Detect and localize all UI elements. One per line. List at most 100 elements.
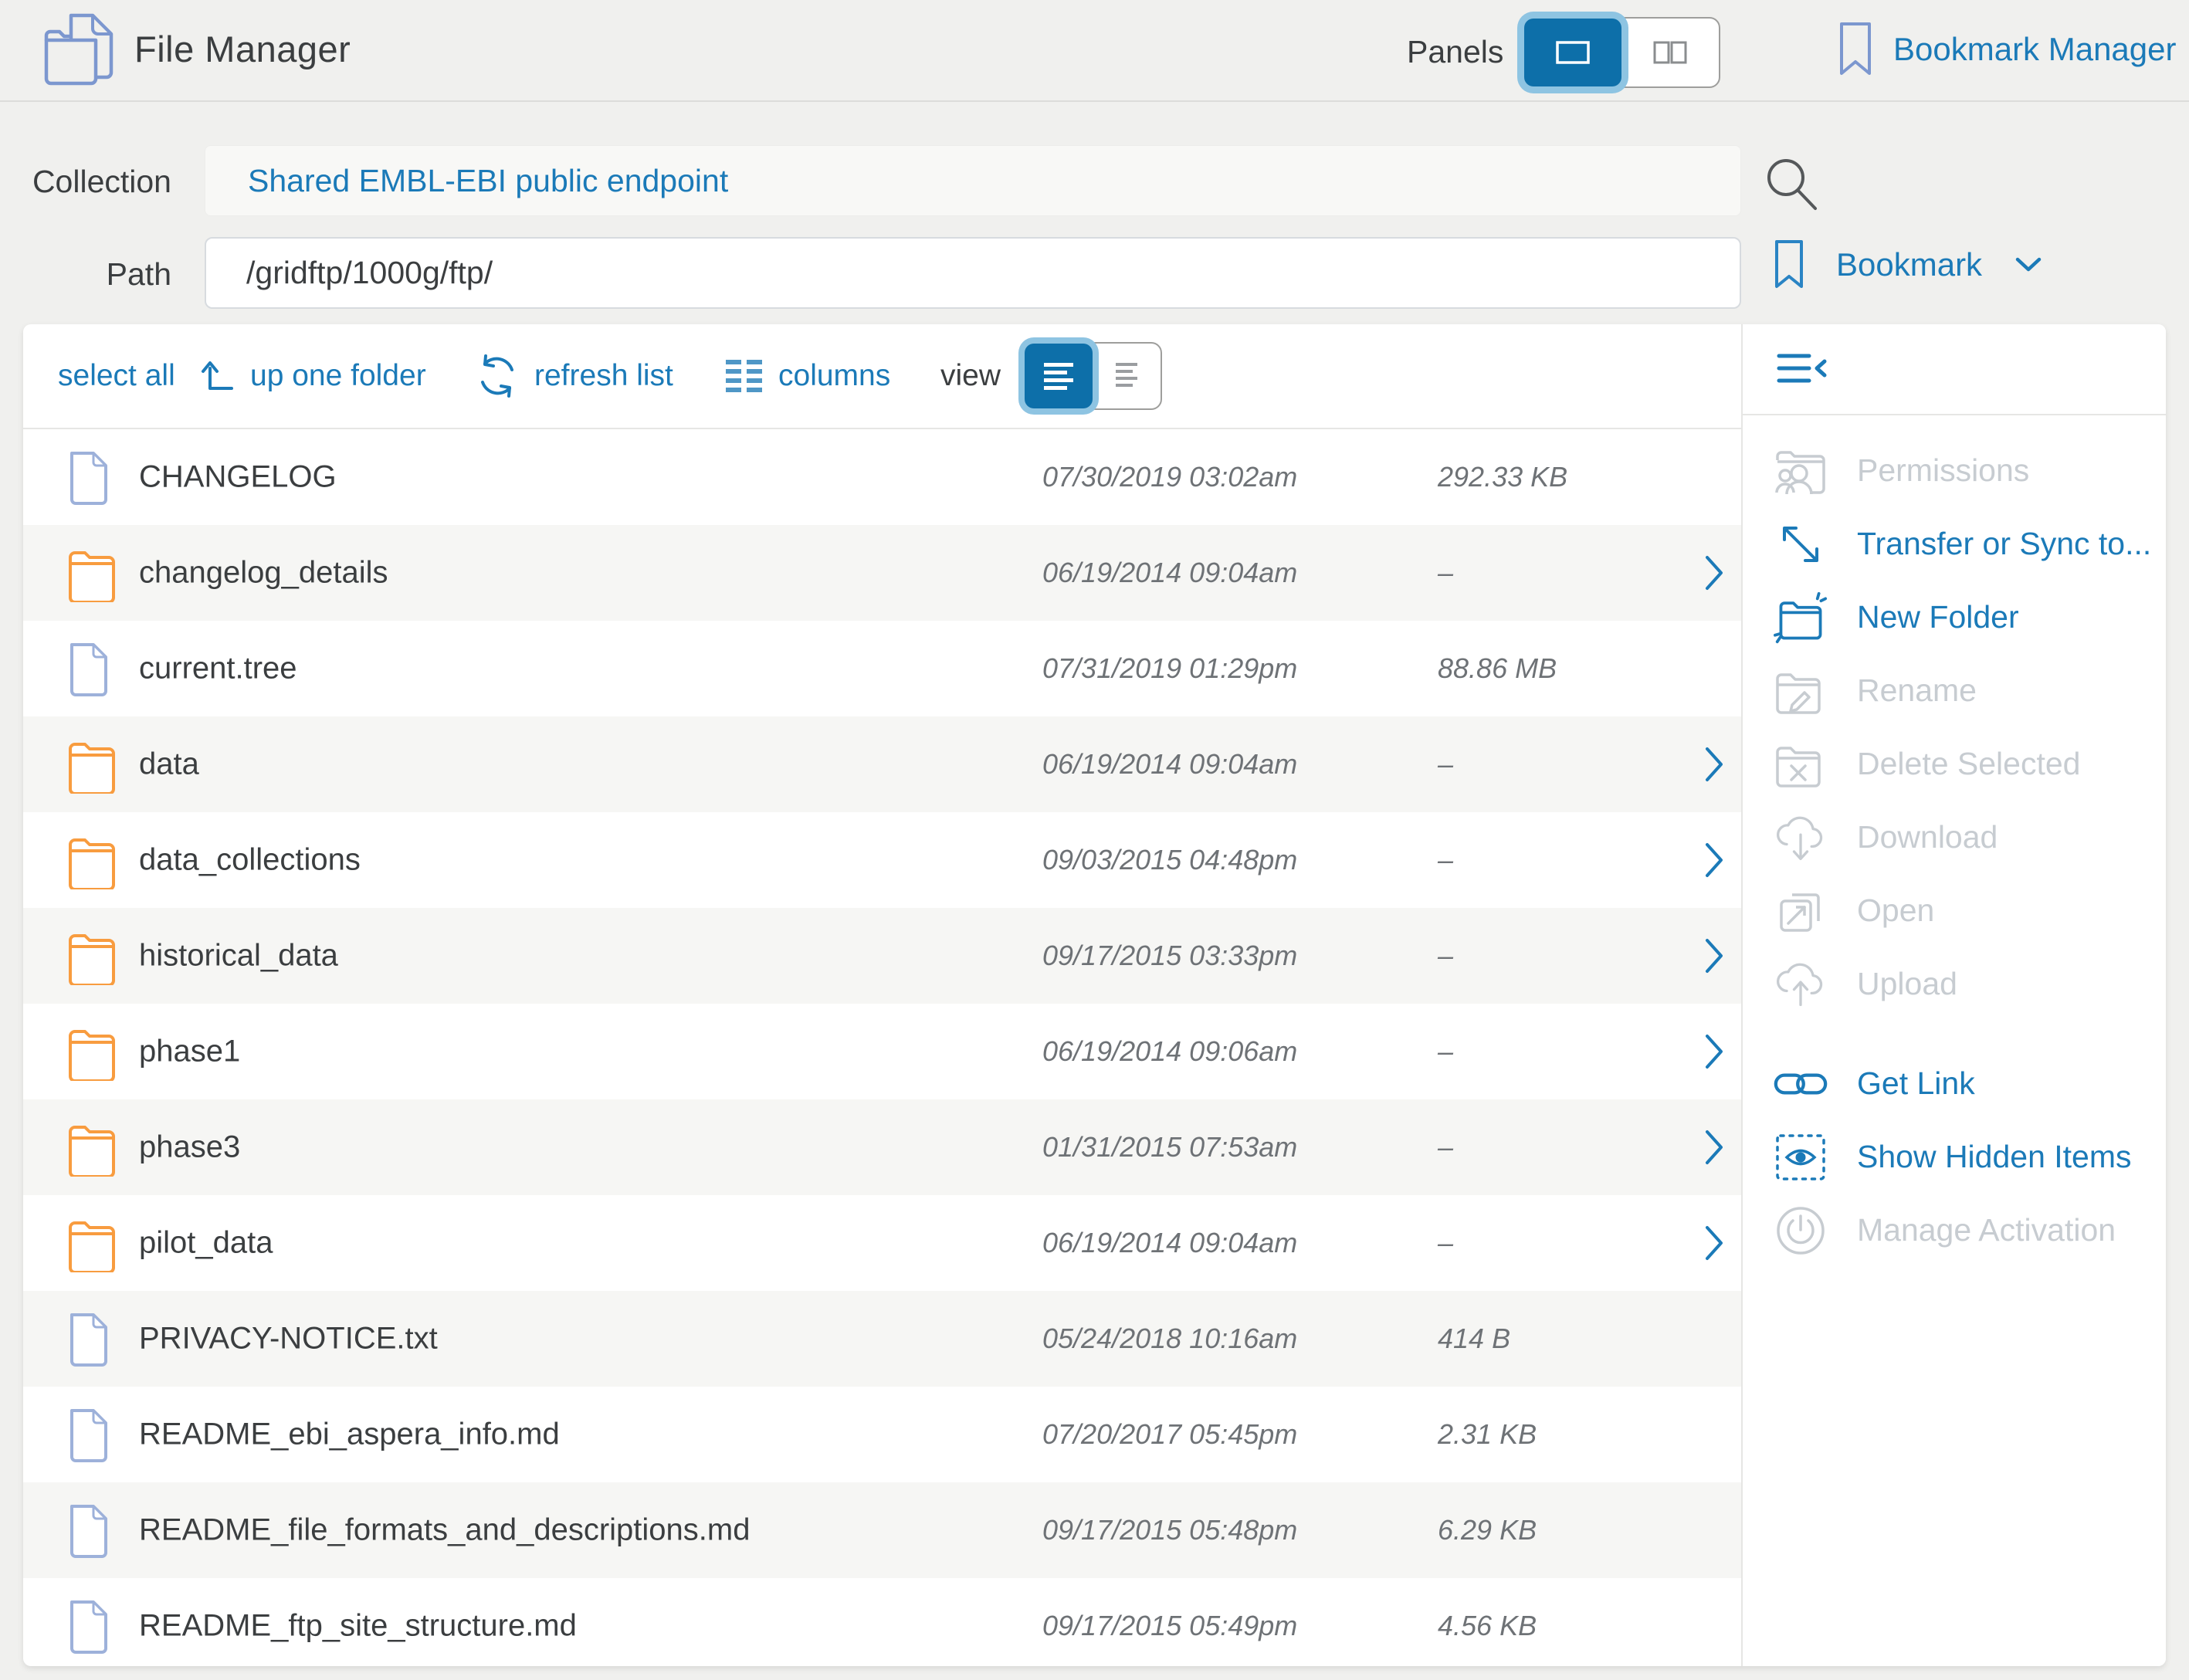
- columns-label: columns: [778, 359, 890, 393]
- manage-activation-icon: [1774, 1205, 1828, 1256]
- rename-icon: [1774, 665, 1828, 717]
- file-modified-date: 01/31/2015 07:53am: [1042, 1131, 1297, 1163]
- open-folder-chevron-icon[interactable]: [1703, 1032, 1725, 1071]
- sidebar-item-permissions[interactable]: Permissions: [1743, 434, 2166, 507]
- compact-view-button[interactable]: [1093, 344, 1161, 408]
- file-modified-date: 09/17/2015 03:33pm: [1042, 940, 1297, 972]
- open-folder-chevron-icon[interactable]: [1703, 745, 1725, 784]
- bookmark-manager-link[interactable]: Bookmark Manager: [1839, 22, 2177, 77]
- file-size: 4.56 KB: [1438, 1610, 1537, 1642]
- file-row[interactable]: README_file_formats_and_descriptions.md …: [23, 1482, 1741, 1578]
- sidebar-item-label: Delete Selected: [1857, 746, 2080, 782]
- file-row[interactable]: pilot_data 06/19/2014 09:04am –: [23, 1195, 1741, 1291]
- file-name: historical_data: [139, 939, 338, 974]
- dual-panel-button[interactable]: [1621, 19, 1719, 86]
- file-row[interactable]: PRIVACY-NOTICE.txt 05/24/2018 10:16am 41…: [23, 1291, 1741, 1387]
- file-modified-date: 07/30/2019 03:02am: [1042, 461, 1297, 493]
- columns-button[interactable]: columns: [726, 358, 890, 394]
- actions-sidebar: Permissions Transfer or Sync to...: [1741, 324, 2166, 1666]
- sidebar-item-get-link[interactable]: Get Link: [1743, 1047, 2166, 1120]
- open-folder-chevron-icon[interactable]: [1703, 1128, 1725, 1167]
- folder-icon: [66, 1022, 117, 1081]
- select-all-label: select all: [58, 359, 175, 393]
- file-row[interactable]: phase3 01/31/2015 07:53am –: [23, 1099, 1741, 1195]
- new-folder-icon: [1774, 589, 1828, 646]
- file-row[interactable]: README_ftp_site_structure.md 09/17/2015 …: [23, 1578, 1741, 1666]
- up-one-folder-button[interactable]: up one folder: [199, 359, 426, 393]
- sidebar-item-delete[interactable]: Delete Selected: [1743, 727, 2166, 801]
- sidebar-item-label: Rename: [1857, 672, 1977, 709]
- sidebar-item-manage-activation[interactable]: Manage Activation: [1743, 1194, 2166, 1267]
- compact-view-icon: [1115, 361, 1138, 391]
- file-modified-date: 06/19/2014 09:06am: [1042, 1035, 1297, 1068]
- sidebar-item-transfer[interactable]: Transfer or Sync to...: [1743, 507, 2166, 581]
- file-row[interactable]: phase1 06/19/2014 09:06am –: [23, 1004, 1741, 1099]
- file-name: data_collections: [139, 843, 361, 878]
- sidebar-item-download[interactable]: Download: [1743, 801, 2166, 874]
- show-hidden-icon: [1774, 1133, 1828, 1181]
- file-modified-date: 06/19/2014 09:04am: [1042, 557, 1297, 589]
- collection-value: Shared EMBL-EBI public endpoint: [248, 163, 728, 199]
- collapse-sidebar-button[interactable]: [1777, 351, 1829, 387]
- sidebar-item-upload[interactable]: Upload: [1743, 947, 2166, 1021]
- open-icon: [1774, 886, 1828, 937]
- file-size: –: [1438, 844, 1453, 876]
- file-name: phase3: [139, 1130, 240, 1165]
- path-label: Path: [0, 256, 171, 293]
- refresh-list-label: refresh list: [534, 359, 673, 393]
- transfer-icon: [1774, 522, 1828, 567]
- path-input[interactable]: [205, 237, 1741, 309]
- dual-panel-icon: [1652, 40, 1688, 65]
- open-folder-chevron-icon[interactable]: [1703, 554, 1725, 592]
- file-icon: [66, 1406, 111, 1463]
- file-size: –: [1438, 748, 1453, 781]
- folder-icon: [66, 1214, 117, 1272]
- refresh-list-button[interactable]: refresh list: [476, 354, 673, 398]
- page-title: File Manager: [134, 28, 351, 70]
- sidebar-item-rename[interactable]: Rename: [1743, 654, 2166, 727]
- sidebar-item-label: Manage Activation: [1857, 1212, 2116, 1248]
- open-folder-chevron-icon[interactable]: [1703, 841, 1725, 879]
- open-folder-chevron-icon[interactable]: [1703, 1224, 1725, 1262]
- file-size: 2.31 KB: [1438, 1418, 1537, 1451]
- file-name: README_ebi_aspera_info.md: [139, 1418, 560, 1452]
- sidebar-item-label: Permissions: [1857, 452, 2029, 489]
- file-icon: [66, 1310, 111, 1367]
- search-icon: [1763, 154, 1821, 213]
- search-button[interactable]: [1763, 154, 1821, 213]
- file-name: CHANGELOG: [139, 460, 337, 495]
- bookmark-ribbon-icon: [1839, 22, 1872, 77]
- file-row[interactable]: historical_data 09/17/2015 03:33pm –: [23, 908, 1741, 1004]
- collection-field[interactable]: Shared EMBL-EBI public endpoint: [205, 145, 1741, 216]
- columns-icon: [726, 358, 763, 394]
- open-folder-chevron-icon[interactable]: [1703, 937, 1725, 975]
- list-view-button[interactable]: [1025, 344, 1093, 408]
- bookmark-button[interactable]: Bookmark: [1774, 239, 2042, 290]
- file-row[interactable]: data_collections 09/03/2015 04:48pm –: [23, 812, 1741, 908]
- file-row[interactable]: current.tree 07/31/2019 01:29pm 88.86 MB: [23, 621, 1741, 716]
- sidebar-item-show-hidden[interactable]: Show Hidden Items: [1743, 1120, 2166, 1194]
- file-icon: [66, 1502, 111, 1559]
- sidebar-item-label: Open: [1857, 892, 1934, 929]
- select-all-button[interactable]: select all: [58, 359, 175, 393]
- file-row[interactable]: CHANGELOG 07/30/2019 03:02am 292.33 KB: [23, 429, 1741, 525]
- sidebar-item-new-folder[interactable]: New Folder: [1743, 581, 2166, 654]
- file-manager-app: { "app": { "title": "File Manager" }, "h…: [0, 0, 2189, 1680]
- download-icon: [1774, 811, 1828, 864]
- file-modified-date: 07/20/2017 05:45pm: [1042, 1418, 1297, 1451]
- file-modified-date: 06/19/2014 09:04am: [1042, 1227, 1297, 1259]
- folder-icon: [66, 544, 117, 602]
- file-icon: [66, 640, 111, 697]
- file-row[interactable]: README_ebi_aspera_info.md 07/20/2017 05:…: [23, 1387, 1741, 1482]
- sidebar-item-open[interactable]: Open: [1743, 874, 2166, 947]
- file-size: –: [1438, 1227, 1453, 1259]
- file-size: –: [1438, 1035, 1453, 1068]
- up-one-folder-icon: [199, 359, 235, 393]
- single-panel-button[interactable]: [1524, 19, 1621, 86]
- file-size: 6.29 KB: [1438, 1514, 1537, 1546]
- file-name: current.tree: [139, 652, 297, 686]
- file-row[interactable]: changelog_details 06/19/2014 09:04am –: [23, 525, 1741, 621]
- file-modified-date: 09/03/2015 04:48pm: [1042, 844, 1297, 876]
- main-panel: select all up one folder: [23, 324, 2166, 1666]
- file-row[interactable]: data 06/19/2014 09:04am –: [23, 716, 1741, 812]
